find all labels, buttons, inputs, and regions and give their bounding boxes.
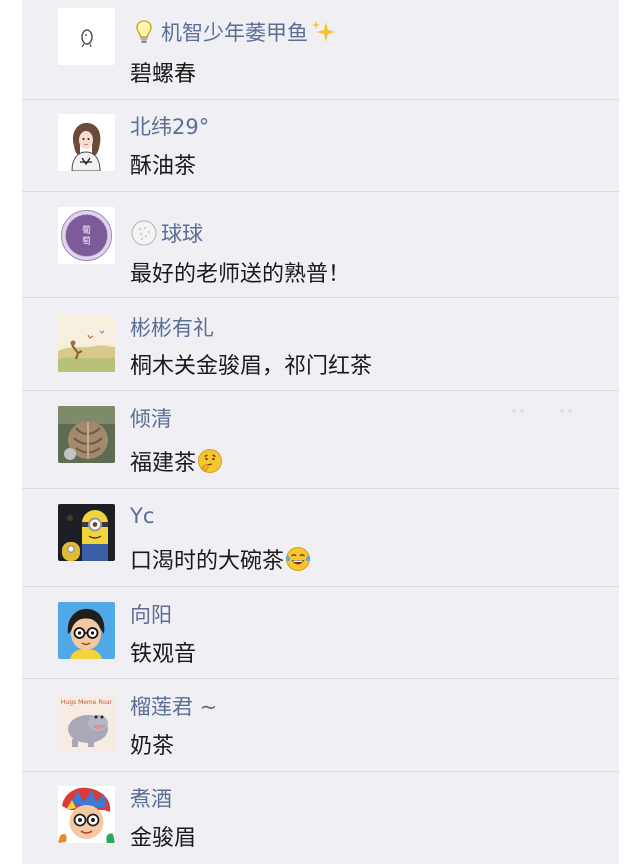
comment-author[interactable]: 倾清 xyxy=(130,404,172,432)
colorful-kid-avatar[interactable] xyxy=(58,786,115,843)
tears-of-joy-emoji xyxy=(285,547,311,571)
author-name: 向阳 xyxy=(130,603,172,627)
comment-text: 奶茶 xyxy=(130,734,175,759)
comment-text: 铁观音 xyxy=(130,642,197,667)
comment-author[interactable]: 北纬29° xyxy=(130,112,209,140)
avatar-seal-text: 葡 xyxy=(82,224,91,236)
comment-text: 金骏眉 xyxy=(130,826,197,851)
golf-ball-icon xyxy=(131,220,157,246)
comment-list-page: 机智少年萎甲鱼 碧螺春 北纬29° 酥油茶 葡 萄 球球 最好的老师送的熟普！ … xyxy=(0,0,640,864)
left-margin xyxy=(0,0,22,864)
comment-author[interactable]: 球球 xyxy=(130,219,203,247)
right-margin xyxy=(619,0,640,864)
minion-avatar[interactable] xyxy=(58,504,115,561)
glasses-boy-avatar[interactable] xyxy=(58,602,115,659)
author-name: 倾清 xyxy=(130,407,172,431)
author-name: Yc xyxy=(130,504,155,528)
field-painting-avatar[interactable] xyxy=(58,315,115,372)
small-figure-avatar[interactable] xyxy=(58,8,115,65)
comment-text: 桐木关金骏眉，祁门红茶 xyxy=(130,354,373,379)
comment-author[interactable]: Yc xyxy=(130,502,154,530)
comment-text: 口渴时的大碗茶 xyxy=(130,544,311,574)
author-name: 机智少年萎甲鱼 xyxy=(161,21,308,45)
decorative-dots xyxy=(512,409,572,413)
author-name: 北纬29° xyxy=(130,115,210,139)
author-name: 彬彬有礼 xyxy=(130,316,214,340)
comment-author[interactable]: 彬彬有礼 xyxy=(130,313,214,341)
author-name: 球球 xyxy=(161,222,203,246)
book-cover-title: Hugs Meme Roar xyxy=(61,699,113,706)
comment-text-content: 福建茶 xyxy=(130,451,197,476)
comment-text-content: 口渴时的大碗茶 xyxy=(130,549,285,574)
comment-author[interactable]: 煮酒 xyxy=(130,784,172,812)
comment-text: 酥油茶 xyxy=(130,154,197,179)
author-name: 煮酒 xyxy=(130,787,172,811)
comment-author[interactable]: 向阳 xyxy=(130,600,172,628)
thinking-face-emoji xyxy=(198,449,223,473)
comment-text: 碧螺春 xyxy=(130,62,197,87)
girl-cartoon-avatar[interactable] xyxy=(58,114,115,171)
comment-text: 福建茶 xyxy=(130,446,223,476)
comment-author[interactable]: 机智少年萎甲鱼 xyxy=(130,18,338,46)
hippo-book-avatar[interactable]: Hugs Meme Roar xyxy=(58,695,115,752)
lightbulb-icon xyxy=(136,20,152,43)
purple-seal-avatar[interactable]: 葡 萄 xyxy=(58,207,115,264)
comment-text: 最好的老师送的熟普！ xyxy=(130,262,351,287)
braided-hair-avatar[interactable] xyxy=(58,406,115,463)
avatar-seal-text: 萄 xyxy=(82,235,91,247)
comment-author[interactable]: 榴莲君 ~ xyxy=(130,692,217,720)
sparkles-icon xyxy=(312,21,336,42)
author-name: 榴莲君 ~ xyxy=(130,695,218,719)
